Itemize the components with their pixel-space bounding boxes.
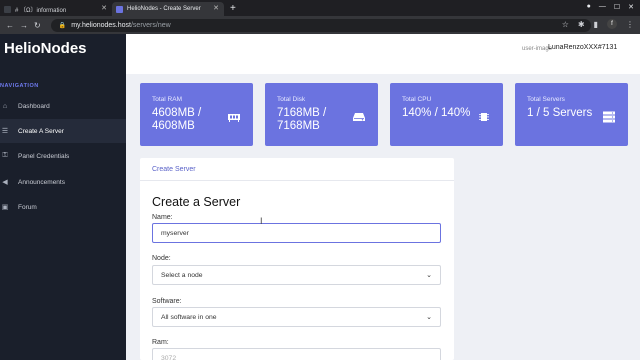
new-tab-button[interactable]: +: [230, 2, 236, 16]
chevron-down-icon: ⌄: [426, 314, 432, 321]
stat-value: 7168MB / 7168MB: [277, 107, 327, 132]
panel-title: Create Server: [152, 166, 196, 173]
name-input-value: myserver: [161, 229, 189, 237]
sidebar-item-create-server[interactable]: ☰ Create A Server: [0, 119, 126, 143]
tab-favicon-icon: [4, 5, 11, 13]
software-select[interactable]: All software in one ⌄: [152, 307, 441, 327]
tab-close-icon[interactable]: ✕: [101, 4, 107, 12]
forum-icon: ▣: [1, 204, 9, 211]
brand-logo[interactable]: HelioNodes: [4, 40, 87, 57]
record-icon[interactable]: ●: [587, 3, 591, 11]
url-host: my.helionodes.host: [71, 21, 131, 29]
bookmark-star-icon[interactable]: ☆: [562, 20, 569, 29]
sidebar-item-label: Announcements: [18, 178, 65, 186]
maximize-icon[interactable]: ☐: [614, 3, 620, 11]
browser-tab-information[interactable]: # 〔Ω〕information ✕: [0, 2, 112, 16]
disk-icon: [353, 113, 365, 121]
address-bar: ← → ↻ 🔒 my.helionodes.host /servers/new …: [0, 16, 640, 34]
tab-favicon-icon: [116, 5, 123, 13]
servers-icon: [603, 111, 615, 123]
back-icon[interactable]: ←: [6, 21, 14, 30]
stat-card-ram: Total RAM 4608MB / 4608MB: [140, 83, 253, 146]
stat-label: Total CPU: [402, 96, 432, 103]
browser-tabbar: # 〔Ω〕information ✕ HelioNodes - Create S…: [0, 0, 640, 16]
stat-value: 4608MB / 4608MB: [152, 107, 202, 132]
stat-label: Total RAM: [152, 96, 182, 103]
menu-kebab-icon[interactable]: ⋮: [626, 20, 634, 29]
stat-label: Total Disk: [277, 96, 306, 103]
sidebar-item-announcements[interactable]: ◀ Announcements: [0, 170, 126, 194]
sidebar-item-panel-credentials[interactable]: ⚿ Panel Credentials: [0, 144, 126, 168]
nav-section-label: NAVIGATION: [0, 83, 39, 89]
stat-card-servers: Total Servers 1 / 5 Servers: [515, 83, 628, 146]
forward-icon[interactable]: →: [20, 21, 28, 30]
form-heading: Create a Server: [152, 195, 241, 209]
sidebar-item-forum[interactable]: ▣ Forum: [0, 195, 126, 219]
sidebar-item-dashboard[interactable]: ⌂ Dashboard: [0, 94, 126, 118]
ram-label: Ram:: [152, 339, 169, 346]
sidebar: HelioNodes NAVIGATION ⌂ Dashboard ☰ Crea…: [0, 34, 126, 360]
stat-card-cpu: Total CPU 140% / 140%: [390, 83, 503, 146]
reload-icon[interactable]: ↻: [34, 21, 41, 30]
megaphone-icon: ◀: [2, 179, 8, 186]
software-label: Software:: [152, 298, 182, 305]
text-cursor-icon: I: [260, 216, 263, 226]
name-input[interactable]: myserver: [152, 223, 441, 243]
url-field[interactable]: 🔒 my.helionodes.host /servers/new: [50, 18, 591, 32]
tab-title: # 〔Ω〕information: [15, 7, 67, 14]
username[interactable]: LunaRenzoXXX#7131: [548, 44, 617, 51]
close-window-icon[interactable]: ✕: [628, 3, 634, 11]
node-label: Node:: [152, 255, 171, 262]
tab-title: HelioNodes - Create Server: [127, 6, 201, 12]
minimize-icon[interactable]: —: [599, 3, 606, 11]
top-header: user-image LunaRenzoXXX#7131: [126, 34, 640, 74]
home-icon: ⌂: [2, 102, 8, 110]
sidebar-item-label: Forum: [18, 203, 37, 211]
panel-header: Create Server: [140, 158, 454, 181]
sidebar-item-label: Create A Server: [18, 127, 64, 135]
software-select-value: All software in one: [161, 313, 217, 321]
memory-icon: [228, 114, 240, 122]
ram-input[interactable]: 3072: [152, 348, 441, 360]
ram-input-value: 3072: [161, 354, 177, 360]
chevron-down-icon: ⌄: [426, 272, 432, 279]
stat-value: 1 / 5 Servers: [527, 107, 593, 119]
url-path: /servers/new: [130, 21, 171, 29]
tab-close-icon[interactable]: ✕: [213, 4, 219, 12]
node-select-value: Select a node: [161, 271, 203, 279]
sidebar-item-label: Dashboard: [18, 102, 50, 110]
extensions-icon[interactable]: ✱: [578, 20, 585, 29]
browser-tab-create-server[interactable]: HelioNodes - Create Server ✕: [112, 2, 224, 16]
create-server-panel: Create Server Create a Server Name: myse…: [140, 158, 454, 360]
sidepanel-icon[interactable]: ▮: [594, 20, 598, 29]
sidebar-item-label: Panel Credentials: [18, 152, 70, 160]
server-icon: ☰: [1, 128, 9, 135]
lock-icon: 🔒: [58, 22, 67, 29]
name-label: Name:: [152, 214, 173, 221]
key-icon: ⚿: [2, 152, 8, 159]
stat-value: 140% / 140%: [402, 107, 471, 119]
stat-card-disk: Total Disk 7168MB / 7168MB: [265, 83, 378, 146]
node-select[interactable]: Select a node ⌄: [152, 265, 441, 285]
profile-avatar[interactable]: f: [607, 19, 617, 29]
stat-label: Total Servers: [527, 96, 565, 103]
cpu-icon: [479, 113, 489, 121]
